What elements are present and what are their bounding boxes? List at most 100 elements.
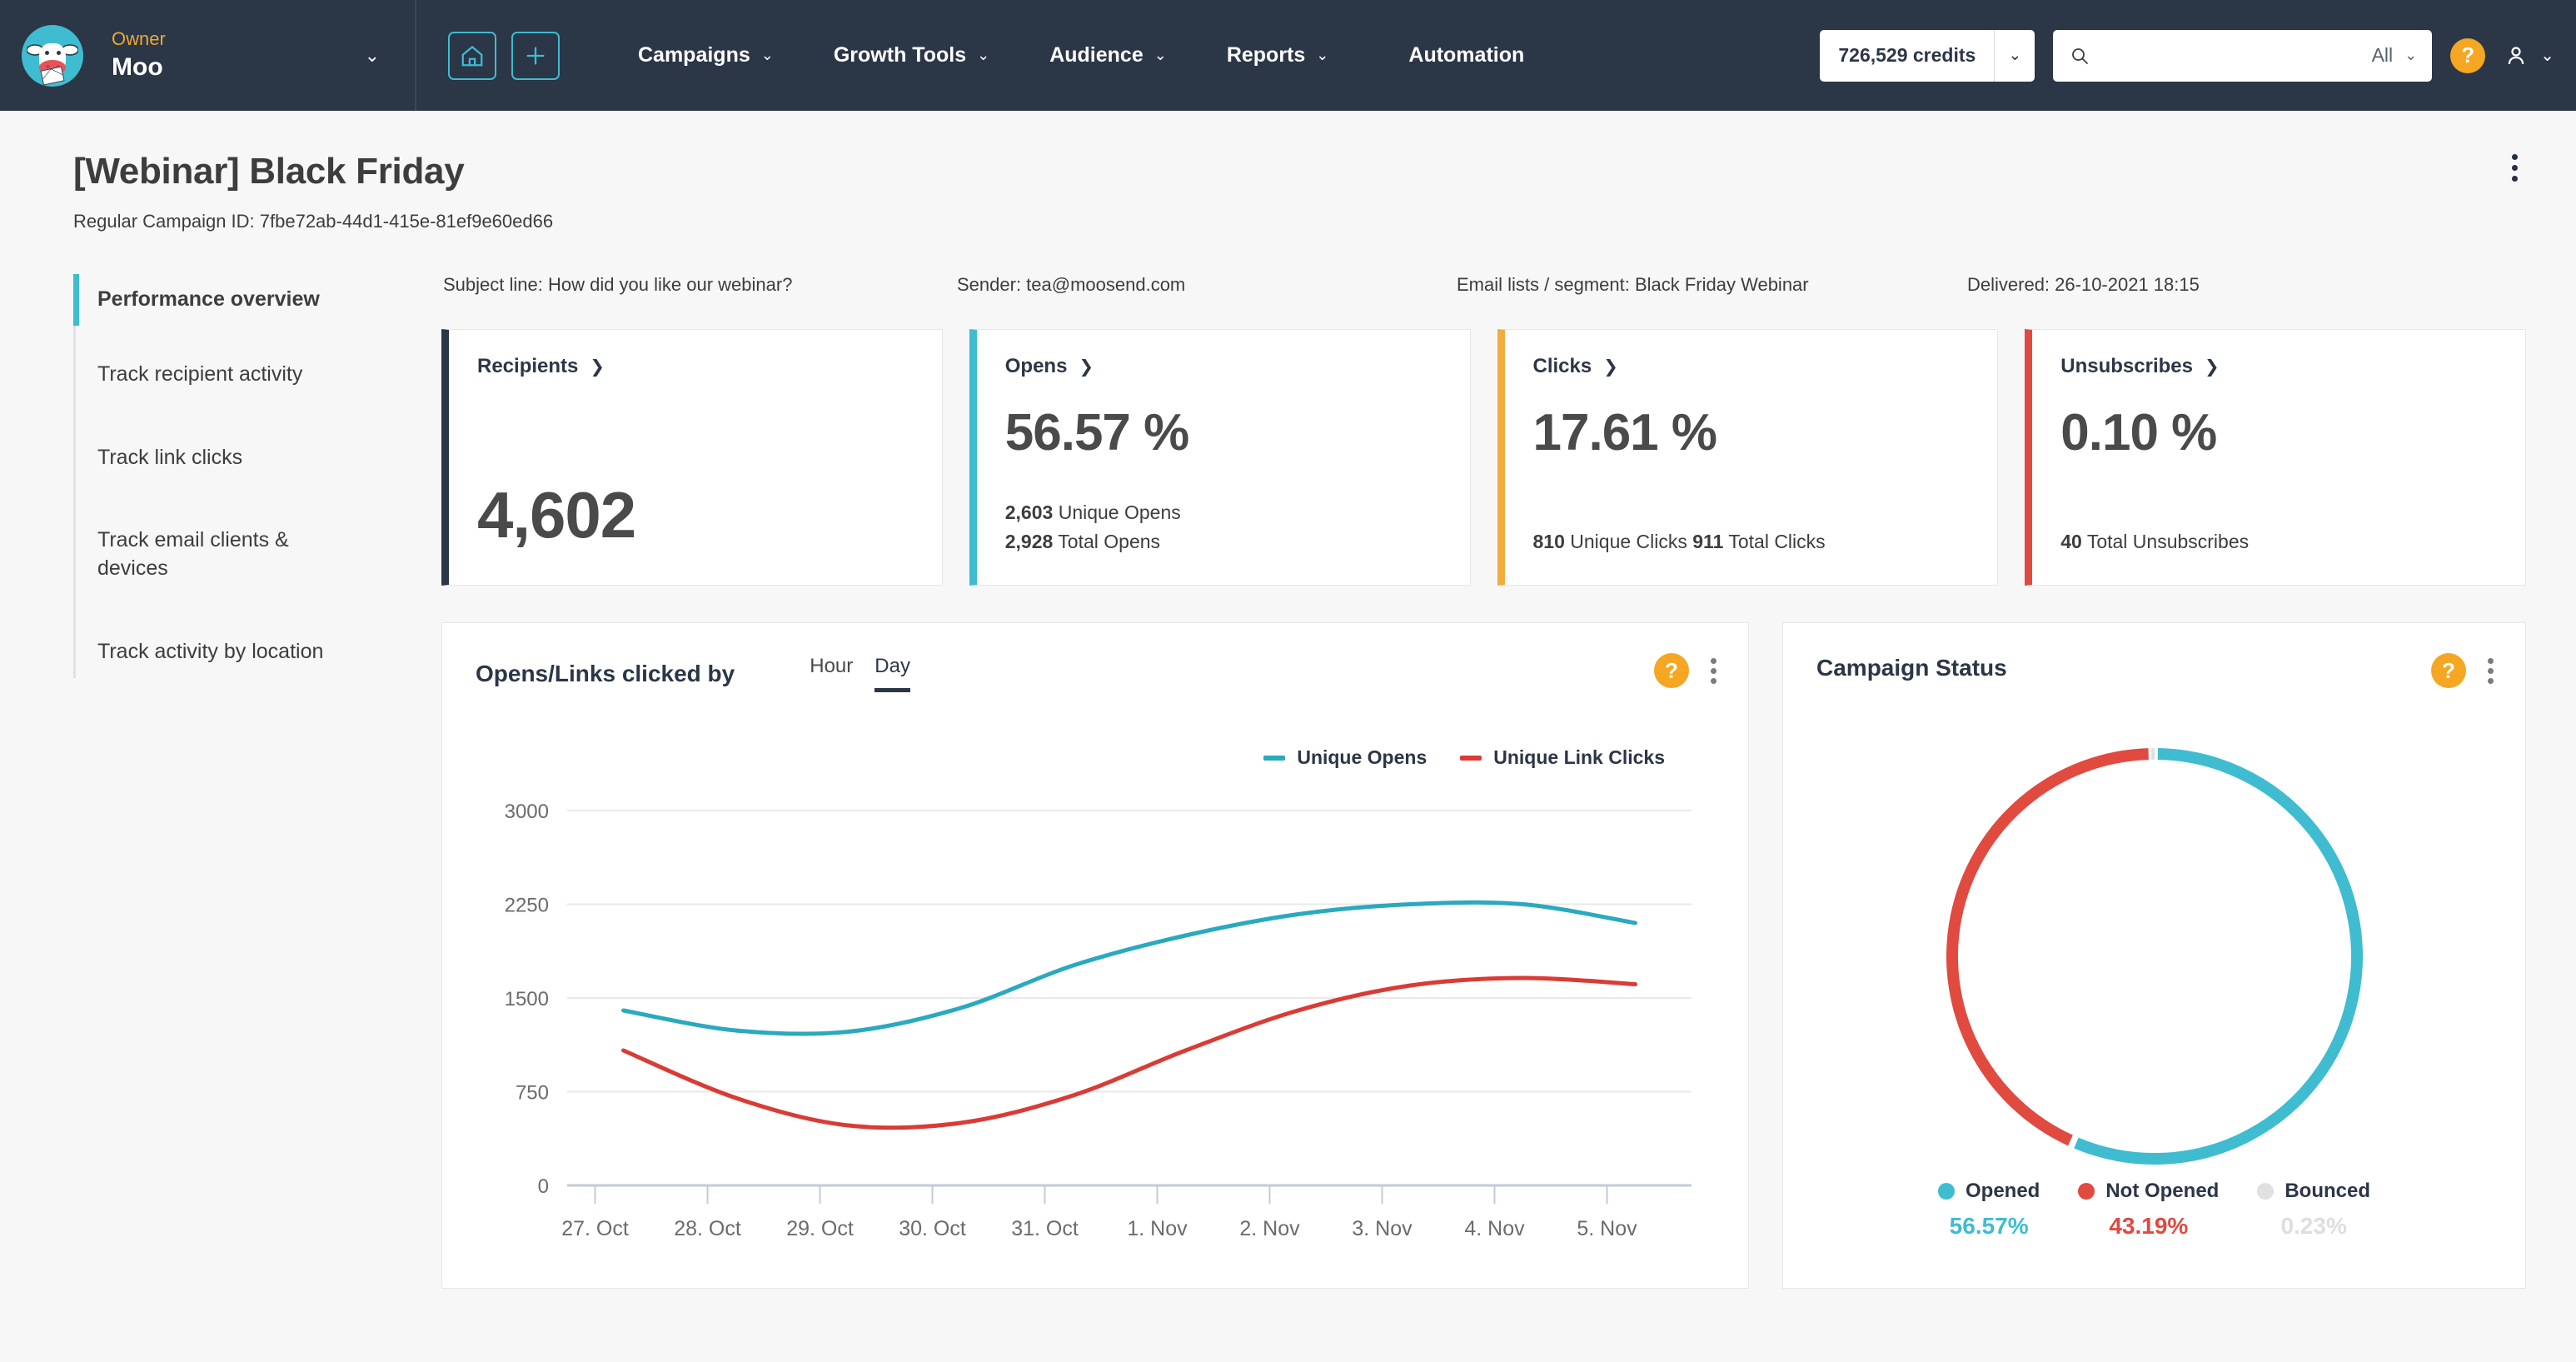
page-options-kebab-icon[interactable] [2512,154,2518,182]
status-legend-value: 43.19% [2109,1213,2189,1239]
opens-panel-tabs: Hour Day [810,655,910,692]
nav-item-audience[interactable]: Audience ⌄ [1019,43,1197,67]
opens-panel-help-button[interactable]: ? [1654,653,1689,688]
account-role-label: Owner [112,28,166,50]
meta-sender: Sender: tea@moosend.com [957,274,1186,295]
total-opens-label: Total Opens [1053,531,1161,553]
nav-label: Automation [1408,43,1525,67]
search-icon [2072,47,2089,64]
tab-hour[interactable]: Hour [810,655,853,692]
sidebar-item-performance-overview[interactable]: Performance overview [73,274,441,326]
stat-card-opens-title[interactable]: Opens ❯ [1005,355,1442,378]
stat-card-recipients-title[interactable]: Recipients ❯ [477,355,914,378]
page-title: [Webinar] Black Friday [73,151,465,192]
chevron-right-icon: ❯ [590,357,605,377]
status-legend-label: Not Opened [2105,1180,2220,1202]
campaign-status-donut[interactable] [1783,740,2525,1173]
stat-card-clicks-title[interactable]: Clicks ❯ [1533,355,1970,378]
line-chart[interactable]: 0 750 1500 2250 3000 27. Oct 28. Oct 29. Oct 30.… [442,786,1748,1285]
meta-email-lists: Email lists / segment: Black Friday Webi… [1457,274,1809,295]
nav-label: Reports [1226,43,1306,67]
total-clicks-count: 911 [1692,531,1724,553]
search-input[interactable] [2100,44,2372,67]
stat-card-title-label: Opens [1004,355,1068,377]
account-switcher[interactable]: Owner Moo ⌄ [0,0,416,111]
user-icon [2508,46,2524,64]
legend-item-unique-link-clicks[interactable]: Unique Link Clicks [1460,746,1665,769]
stat-card-clicks-details: 810 Unique Clicks 911 Total Clicks [1533,527,1826,556]
tab-label: Hour [810,655,854,677]
stat-card-recipients[interactable]: Recipients ❯ 4,602 [441,329,943,586]
svg-text:29. Oct: 29. Oct [786,1217,854,1240]
stat-card-unsubscribes-details: 40 Total Unsubscribes [2060,527,2249,556]
sidebar-item-label: Track activity by location [97,639,324,663]
sidebar-item-track-email-clients-devices[interactable]: Track email clients & devices [73,515,290,595]
chevron-right-icon: ❯ [1079,357,1094,377]
svg-text:1500: 1500 [505,988,549,1010]
report-sidebar: Performance overview Track recipient act… [0,274,441,1289]
nav-item-automation[interactable]: Automation [1358,43,1554,67]
unique-opens-count: 2,603 [1004,501,1054,524]
panels-row: Opens/Links clicked by Hour Day ? Unique… [441,622,2526,1289]
nav-item-campaigns[interactable]: Campaigns ⌄ [608,43,804,67]
tab-day[interactable]: Day [874,655,910,692]
chevron-down-icon: ⌄ [2540,47,2554,65]
status-legend-bounced[interactable]: Bounced 0.23% [2257,1180,2370,1240]
stat-card-unsubscribes[interactable]: Unsubscribes ❯ 0.10 % 40 Total Unsubscri… [2025,329,2526,586]
chevron-down-icon: ⌄ [2404,47,2418,63]
sidebar-divider [73,400,441,432]
nav-item-reports[interactable]: Reports ⌄ [1197,43,1359,67]
svg-text:4. Nov: 4. Nov [1464,1217,1525,1240]
nav-item-growth-tools[interactable]: Growth Tools ⌄ [804,43,1019,67]
credits-button[interactable]: 726,529 credits ⌄ [1820,29,2035,82]
chart-legend: Unique Opens Unique Link Clicks [1263,746,1665,769]
chevron-down-icon: ⌄ [760,47,774,63]
stat-card-unsubscribes-value: 0.10 % [2060,404,2217,461]
help-button[interactable]: ? [2450,37,2486,73]
stat-card-opens[interactable]: Opens ❯ 56.57 % 2,603 Unique Opens 2,928… [969,329,1471,586]
home-button[interactable] [448,31,496,80]
svg-text:5. Nov: 5. Nov [1577,1217,1637,1240]
status-panel-help-button[interactable]: ? [2431,653,2466,688]
top-navigation-bar: Owner Moo ⌄ Campaigns ⌄ Growth Tools ⌄ A… [0,0,2576,111]
donut-chart-svg [1946,748,2363,1165]
stat-card-clicks-value: 17.61 % [1532,404,1718,461]
meta-subject-line: Subject line: How did you like our webin… [443,274,793,295]
sidebar-item-track-link-clicks[interactable]: Track link clicks [73,432,441,484]
report-content: Subject line: How did you like our webin… [441,274,2576,1289]
unique-clicks-label: Unique Clicks [1564,531,1693,553]
chevron-down-icon[interactable]: ⌄ [365,45,380,67]
sidebar-item-track-recipient-activity[interactable]: Track recipient activity [73,348,441,401]
chevron-right-icon: ❯ [2204,357,2220,377]
help-label: ? [1665,657,1678,683]
status-legend-not-opened[interactable]: Not Opened 43.19% [2078,1180,2219,1240]
chevron-right-icon: ❯ [1603,357,1618,377]
stat-card-title-label: Recipients [477,355,579,377]
sidebar-item-label: Track recipient activity [97,362,303,386]
nav-label: Growth Tools [833,43,967,67]
user-menu-button[interactable]: ⌄ [2504,43,2554,68]
campaign-status-panel: Campaign Status ? Opened 56.57% Not Open… [1782,622,2526,1289]
svg-text:0: 0 [538,1175,549,1198]
account-name-label: Moo [112,53,163,82]
status-legend-opened[interactable]: Opened 56.57% [1937,1180,2040,1240]
status-panel-kebab-icon[interactable] [2488,657,2494,684]
search-box[interactable]: All ⌄ [2053,29,2433,82]
sidebar-item-label: Performance overview [97,287,320,311]
sidebar-item-track-activity-by-location[interactable]: Track activity by location [73,626,441,678]
stat-card-unsubscribes-title[interactable]: Unsubscribes ❯ [2060,355,2497,378]
search-scope-selector[interactable]: All ⌄ [2372,44,2418,67]
main-nav-links: Campaigns ⌄ Growth Tools ⌄ Audience ⌄ Re… [608,43,1554,67]
help-label: ? [2461,42,2475,67]
legend-item-unique-opens[interactable]: Unique Opens [1263,746,1427,769]
chevron-down-icon[interactable]: ⌄ [1994,29,2035,82]
stat-card-clicks[interactable]: Clicks ❯ 17.61 % 810 Unique Clicks 911 T… [1497,329,1999,586]
stat-card-opens-details: 2,603 Unique Opens 2,928 Total Opens [1005,498,1181,556]
svg-text:27. Oct: 27. Oct [561,1217,629,1240]
opens-panel-kebab-icon[interactable] [1711,657,1717,684]
nav-label: Audience [1049,43,1144,67]
create-button[interactable] [511,31,560,80]
svg-text:30. Oct: 30. Oct [899,1217,966,1240]
unique-clicks-count: 810 [1532,531,1565,553]
status-legend-label: Opened [1965,1180,2040,1202]
